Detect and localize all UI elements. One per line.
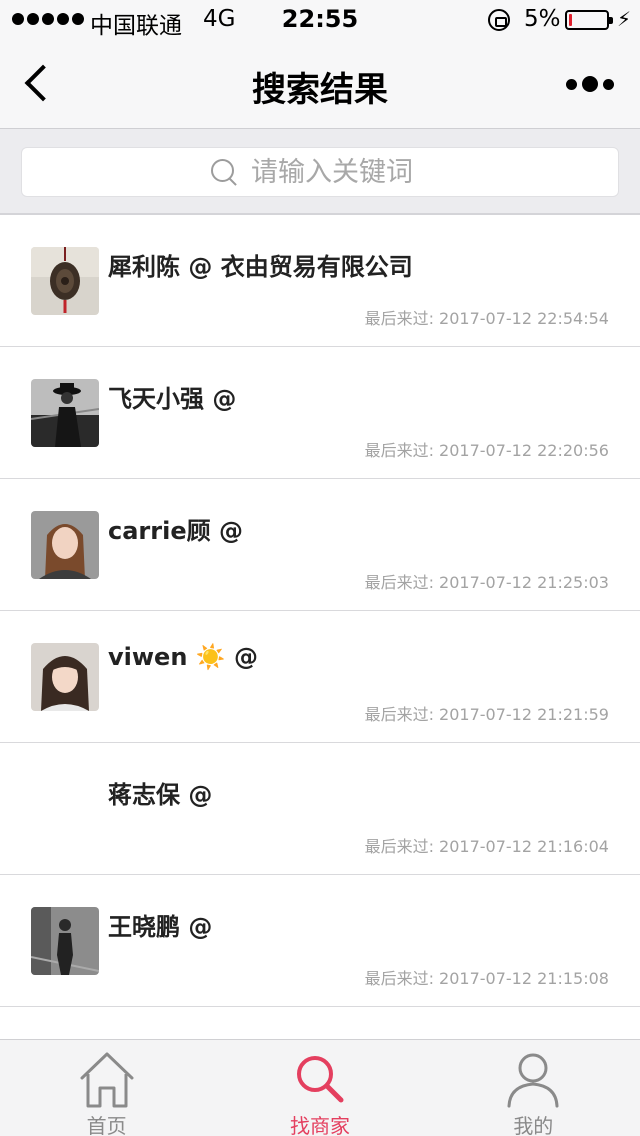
last-visit-time: 最后来过: 2017-07-12 22:20:56 — [364, 441, 609, 460]
avatar — [31, 379, 99, 447]
status-bar: 中国联通 4G 22:55 5% ⚡ — [0, 0, 640, 40]
last-visit-time: 最后来过: 2017-07-12 21:25:03 — [364, 573, 609, 592]
result-name: carrie顾 @ — [108, 517, 243, 545]
search-input[interactable] — [251, 156, 431, 188]
avatar — [31, 511, 99, 579]
screen: 中国联通 4G 22:55 5% ⚡ 搜索结果 请输入关键词 犀利陈 @ 衣由贸… — [0, 0, 640, 1136]
search-icon — [209, 157, 239, 187]
tab-label: 首页 — [86, 1114, 127, 1136]
avatar — [31, 247, 99, 315]
orientation-lock-icon — [488, 9, 510, 31]
result-row[interactable]: 飞天小强 @ 最后来过: 2017-07-12 22:20:56 — [0, 347, 640, 479]
tab-mine[interactable]: 我的 — [427, 1040, 640, 1136]
home-icon — [76, 1048, 138, 1110]
search-box[interactable] — [21, 147, 619, 197]
result-name: 蒋志保 @ — [108, 781, 213, 809]
last-visit-time: 最后来过: 2017-07-12 22:54:54 — [364, 309, 609, 328]
page-title: 搜索结果 — [252, 70, 388, 110]
tab-find-merchants[interactable]: 找商家 — [213, 1040, 426, 1136]
result-row[interactable]: 王晓鹏 @ 最后来过: 2017-07-12 21:15:08 — [0, 875, 640, 1007]
result-row[interactable]: 犀利陈 @ 衣由贸易有限公司 最后来过: 2017-07-12 22:54:54 — [0, 215, 640, 347]
navigation-bar: 搜索结果 — [0, 40, 640, 128]
tab-bar: 首页 找商家 我的 — [0, 1039, 640, 1136]
last-visit-time: 最后来过: 2017-07-12 21:21:59 — [364, 705, 609, 724]
avatar — [31, 643, 99, 711]
result-name: 犀利陈 @ 衣由贸易有限公司 — [108, 253, 413, 281]
search-icon — [289, 1048, 351, 1110]
user-icon — [502, 1048, 564, 1110]
search-area — [0, 128, 640, 215]
charging-icon: ⚡ — [617, 7, 632, 31]
result-row[interactable]: 蒋志保 @ 最后来过: 2017-07-12 21:16:04 — [0, 743, 640, 875]
result-name: viwen ☀️ @ — [108, 643, 258, 671]
result-name: 飞天小强 @ — [108, 385, 237, 413]
tab-label: 我的 — [513, 1114, 554, 1136]
last-visit-time: 最后来过: 2017-07-12 21:16:04 — [364, 837, 609, 856]
more-dots-icon — [566, 78, 577, 90]
result-row[interactable]: carrie顾 @ 最后来过: 2017-07-12 21:25:03 — [0, 479, 640, 611]
battery-percent: 5% — [524, 6, 561, 32]
results-list: 犀利陈 @ 衣由贸易有限公司 最后来过: 2017-07-12 22:54:54… — [0, 215, 640, 1136]
tab-label: 找商家 — [289, 1114, 350, 1136]
more-button[interactable] — [564, 70, 616, 98]
result-name: 王晓鹏 @ — [108, 913, 213, 941]
tab-home[interactable]: 首页 — [0, 1040, 213, 1136]
last-visit-time: 最后来过: 2017-07-12 21:15:08 — [364, 969, 609, 988]
result-row[interactable]: viwen ☀️ @ 最后来过: 2017-07-12 21:21:59 — [0, 611, 640, 743]
battery-icon — [565, 10, 613, 30]
avatar — [31, 907, 99, 975]
